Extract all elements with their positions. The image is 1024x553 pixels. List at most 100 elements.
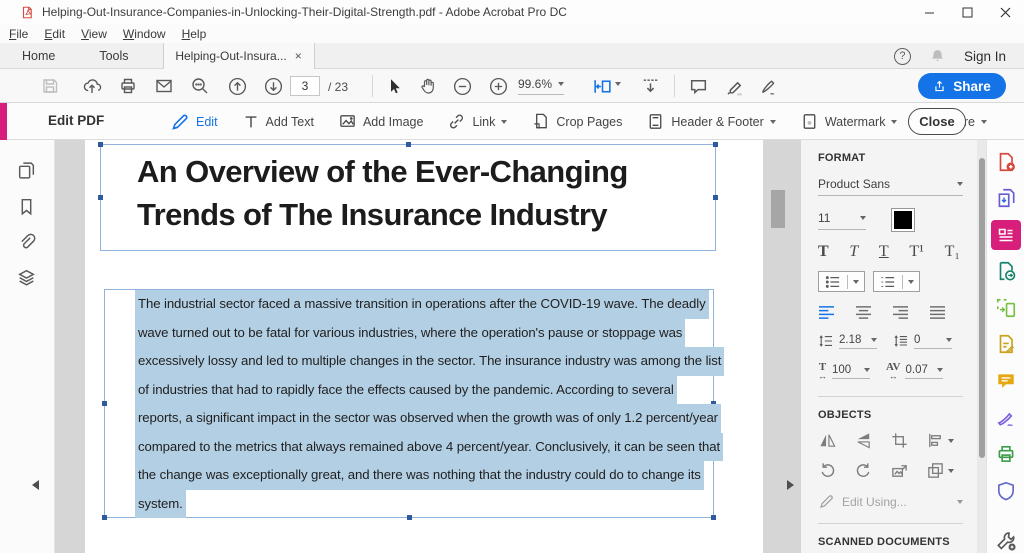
protect-icon[interactable] (994, 479, 1018, 503)
combine-files-icon[interactable] (994, 187, 1018, 211)
create-pdf-icon[interactable] (994, 150, 1018, 174)
italic-button[interactable]: T (849, 243, 858, 261)
fit-width-icon[interactable] (592, 76, 613, 97)
attachments-icon[interactable] (16, 231, 37, 252)
menu-edit[interactable]: Edit (44, 27, 65, 41)
zoom-in-icon[interactable] (488, 76, 509, 97)
selection-handle[interactable] (98, 195, 103, 200)
replace-image-icon[interactable] (890, 461, 909, 480)
selection-handle[interactable] (713, 195, 718, 200)
crop-object-icon[interactable] (890, 431, 909, 450)
menu-window[interactable]: Window (123, 27, 166, 41)
rotate-clockwise-icon[interactable] (854, 461, 873, 480)
expand-right-panel-icon[interactable] (787, 480, 794, 490)
select-tool-icon[interactable] (384, 76, 404, 96)
tab-document[interactable]: Helping-Out-Insura... × (163, 43, 315, 69)
align-objects-icon[interactable] (926, 431, 954, 450)
notifications-bell-icon[interactable] (929, 48, 946, 65)
align-center-button[interactable] (855, 305, 872, 320)
print-icon[interactable] (118, 76, 138, 96)
menu-view[interactable]: View (81, 27, 107, 41)
export-pdf-icon[interactable] (994, 260, 1018, 284)
numbered-list-select[interactable] (873, 271, 920, 292)
minimize-button[interactable] (910, 0, 948, 24)
document-paragraph[interactable]: The industrial sector faced a massive tr… (135, 290, 743, 518)
cloud-upload-icon[interactable] (82, 76, 102, 96)
close-window-button[interactable] (986, 0, 1024, 24)
comment-icon[interactable] (688, 76, 709, 97)
align-right-button[interactable] (892, 305, 909, 320)
menu-help[interactable]: Help (182, 27, 207, 41)
flip-vertical-icon[interactable] (854, 431, 873, 450)
bold-button[interactable]: T (818, 243, 829, 261)
horizontal-scale-control[interactable]: T↔ 100 (818, 362, 870, 381)
tab-close-icon[interactable]: × (295, 49, 302, 63)
highlight-icon[interactable] (724, 76, 745, 97)
panel-scrollbar[interactable] (977, 140, 986, 553)
edit-using-control[interactable]: Edit Using... (818, 493, 963, 510)
print-production-icon[interactable] (994, 442, 1018, 466)
comment-tool-icon[interactable] (994, 369, 1018, 393)
selection-handle[interactable] (713, 142, 718, 147)
header-footer-button[interactable]: Header & Footer (646, 112, 775, 131)
font-size-select[interactable]: 11 (818, 211, 866, 230)
zoom-level-select[interactable]: 99.6% (518, 77, 564, 95)
maximize-button[interactable] (948, 0, 986, 24)
layers-icon[interactable] (16, 267, 37, 288)
search-icon[interactable] (190, 76, 210, 96)
tab-tools[interactable]: Tools (77, 43, 150, 68)
selection-handle[interactable] (98, 142, 103, 147)
email-icon[interactable] (154, 76, 174, 96)
edit-pdf-tool-icon[interactable] (991, 220, 1021, 249)
fit-width-caret-icon[interactable] (615, 82, 621, 86)
font-family-select[interactable]: Product Sans (818, 177, 963, 196)
format-panel: FORMAT Product Sans 11 T T T T¹ T₁ (800, 140, 977, 553)
edit-tool-button[interactable]: Edit (170, 112, 218, 132)
crop-pages-button[interactable]: Crop Pages (531, 112, 622, 131)
link-button[interactable]: Link (447, 112, 507, 131)
align-left-button[interactable] (818, 305, 835, 320)
sign-icon[interactable] (758, 76, 779, 97)
add-text-button[interactable]: Add Text (242, 113, 314, 131)
selection-handle[interactable] (406, 142, 411, 147)
zoom-out-icon[interactable] (452, 76, 473, 97)
flip-horizontal-icon[interactable] (818, 431, 837, 450)
underline-button[interactable]: T (879, 243, 889, 261)
paragraph-line: The industrial sector faced a massive tr… (135, 290, 743, 319)
arrange-objects-icon[interactable] (926, 461, 954, 480)
watermark-button[interactable]: Watermark (800, 112, 898, 131)
rotate-counterclockwise-icon[interactable] (818, 461, 837, 480)
selection-handle[interactable] (102, 515, 107, 520)
bookmarks-icon[interactable] (16, 196, 37, 217)
tab-home[interactable]: Home (0, 43, 77, 68)
next-page-icon[interactable] (263, 76, 284, 97)
sign-in-link[interactable]: Sign In (964, 49, 1006, 64)
align-justify-button[interactable] (929, 305, 946, 320)
character-spacing-control[interactable]: AV↔ 0.07 (886, 362, 943, 381)
save-icon[interactable] (40, 76, 60, 96)
page-thumbnails-icon[interactable] (16, 160, 37, 181)
prepare-form-icon[interactable] (994, 333, 1018, 357)
scan-ocr-icon[interactable] (994, 296, 1018, 320)
bullet-list-select[interactable] (818, 271, 865, 292)
more-tools-icon[interactable] (994, 530, 1018, 553)
page-scrolling-icon[interactable] (640, 76, 661, 97)
close-edit-button[interactable]: Close (908, 108, 966, 135)
paragraph-spacing-control[interactable]: 0 (893, 333, 952, 349)
previous-page-icon[interactable] (227, 76, 248, 97)
hand-tool-icon[interactable] (418, 76, 438, 96)
font-color-swatch[interactable] (892, 209, 914, 231)
menu-file[interactable]: File (9, 27, 28, 41)
document-scrollbar[interactable] (771, 190, 785, 228)
superscript-button[interactable]: T¹ (909, 243, 924, 261)
selection-handle[interactable] (102, 401, 107, 406)
add-image-button[interactable]: Add Image (338, 112, 423, 131)
share-button[interactable]: Share (918, 73, 1006, 99)
line-spacing-control[interactable]: 2.18 (818, 333, 877, 349)
page-number-input[interactable]: 3 (290, 76, 320, 96)
panel-scrollbar-thumb[interactable] (979, 158, 985, 458)
collapse-left-panel-icon[interactable] (32, 480, 39, 490)
help-icon[interactable]: ? (894, 48, 911, 65)
fill-sign-icon[interactable] (994, 406, 1018, 430)
subscript-button[interactable]: T₁ (945, 243, 960, 261)
